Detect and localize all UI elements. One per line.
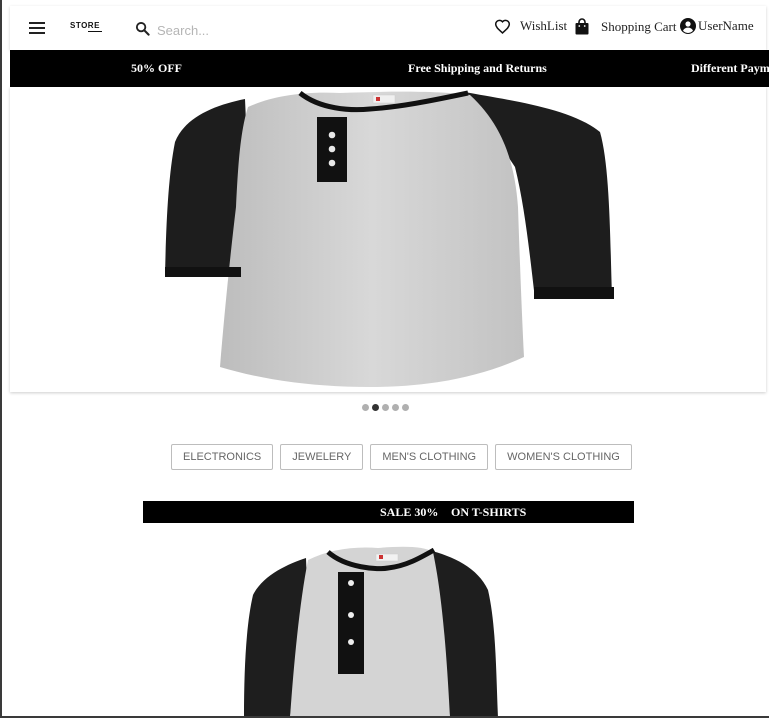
sale-banner[interactable]: SALE 30% ON T-SHIRTS	[143, 501, 634, 523]
promo-item: 50% OFF	[131, 61, 182, 75]
search-icon[interactable]	[135, 21, 150, 36]
carousel-dot[interactable]	[402, 404, 409, 411]
promo-bar: 50% OFF Free Shipping and Returns Differ…	[10, 50, 769, 87]
heart-icon	[494, 19, 511, 34]
category-chip-mens-clothing[interactable]: MEN'S CLOTHING	[370, 444, 489, 470]
wishlist-label: WishList	[520, 18, 568, 33]
logo-underline	[88, 31, 102, 32]
category-chip-womens-clothing[interactable]: WOMEN'S CLOTHING	[495, 444, 632, 470]
shopping-cart-link[interactable]: Shopping Cart	[575, 18, 676, 35]
wishlist-link[interactable]: WishList	[494, 18, 567, 34]
promo-item: Different Paym	[691, 61, 769, 75]
username-label: UserName	[698, 18, 754, 33]
account-circle-icon	[680, 18, 696, 34]
sale-percent-text: SALE 30%	[380, 505, 439, 519]
category-chip-jewelery[interactable]: JEWELERY	[280, 444, 364, 470]
featured-product[interactable]	[228, 540, 528, 716]
carousel-dot-active[interactable]	[372, 404, 379, 411]
search-input[interactable]	[155, 19, 359, 41]
shopping-bag-icon	[575, 18, 589, 35]
carousel-dot[interactable]	[382, 404, 389, 411]
menu-icon[interactable]	[29, 22, 45, 34]
user-account-link[interactable]: UserName	[680, 18, 754, 34]
carousel-dot[interactable]	[362, 404, 369, 411]
category-chip-electronics[interactable]: ELECTRONICS	[171, 444, 274, 470]
product-image-henley-shirt	[244, 546, 498, 716]
carousel-indicators	[362, 404, 409, 411]
promo-item: Free Shipping and Returns	[408, 61, 547, 75]
top-app-bar: STORE WishList Shopping Cart	[10, 6, 766, 50]
shopping-cart-label: Shopping Cart	[601, 18, 677, 34]
page: STORE WishList Shopping Cart	[0, 0, 769, 718]
carousel-dot[interactable]	[392, 404, 399, 411]
hero-carousel[interactable]	[10, 87, 766, 392]
product-image-henley-shirt	[165, 90, 614, 388]
category-filter: ELECTRONICS JEWELERY MEN'S CLOTHING WOME…	[171, 444, 632, 470]
sale-category-text: ON T-SHIRTS	[451, 505, 527, 519]
store-logo[interactable]: STORE	[70, 21, 100, 30]
